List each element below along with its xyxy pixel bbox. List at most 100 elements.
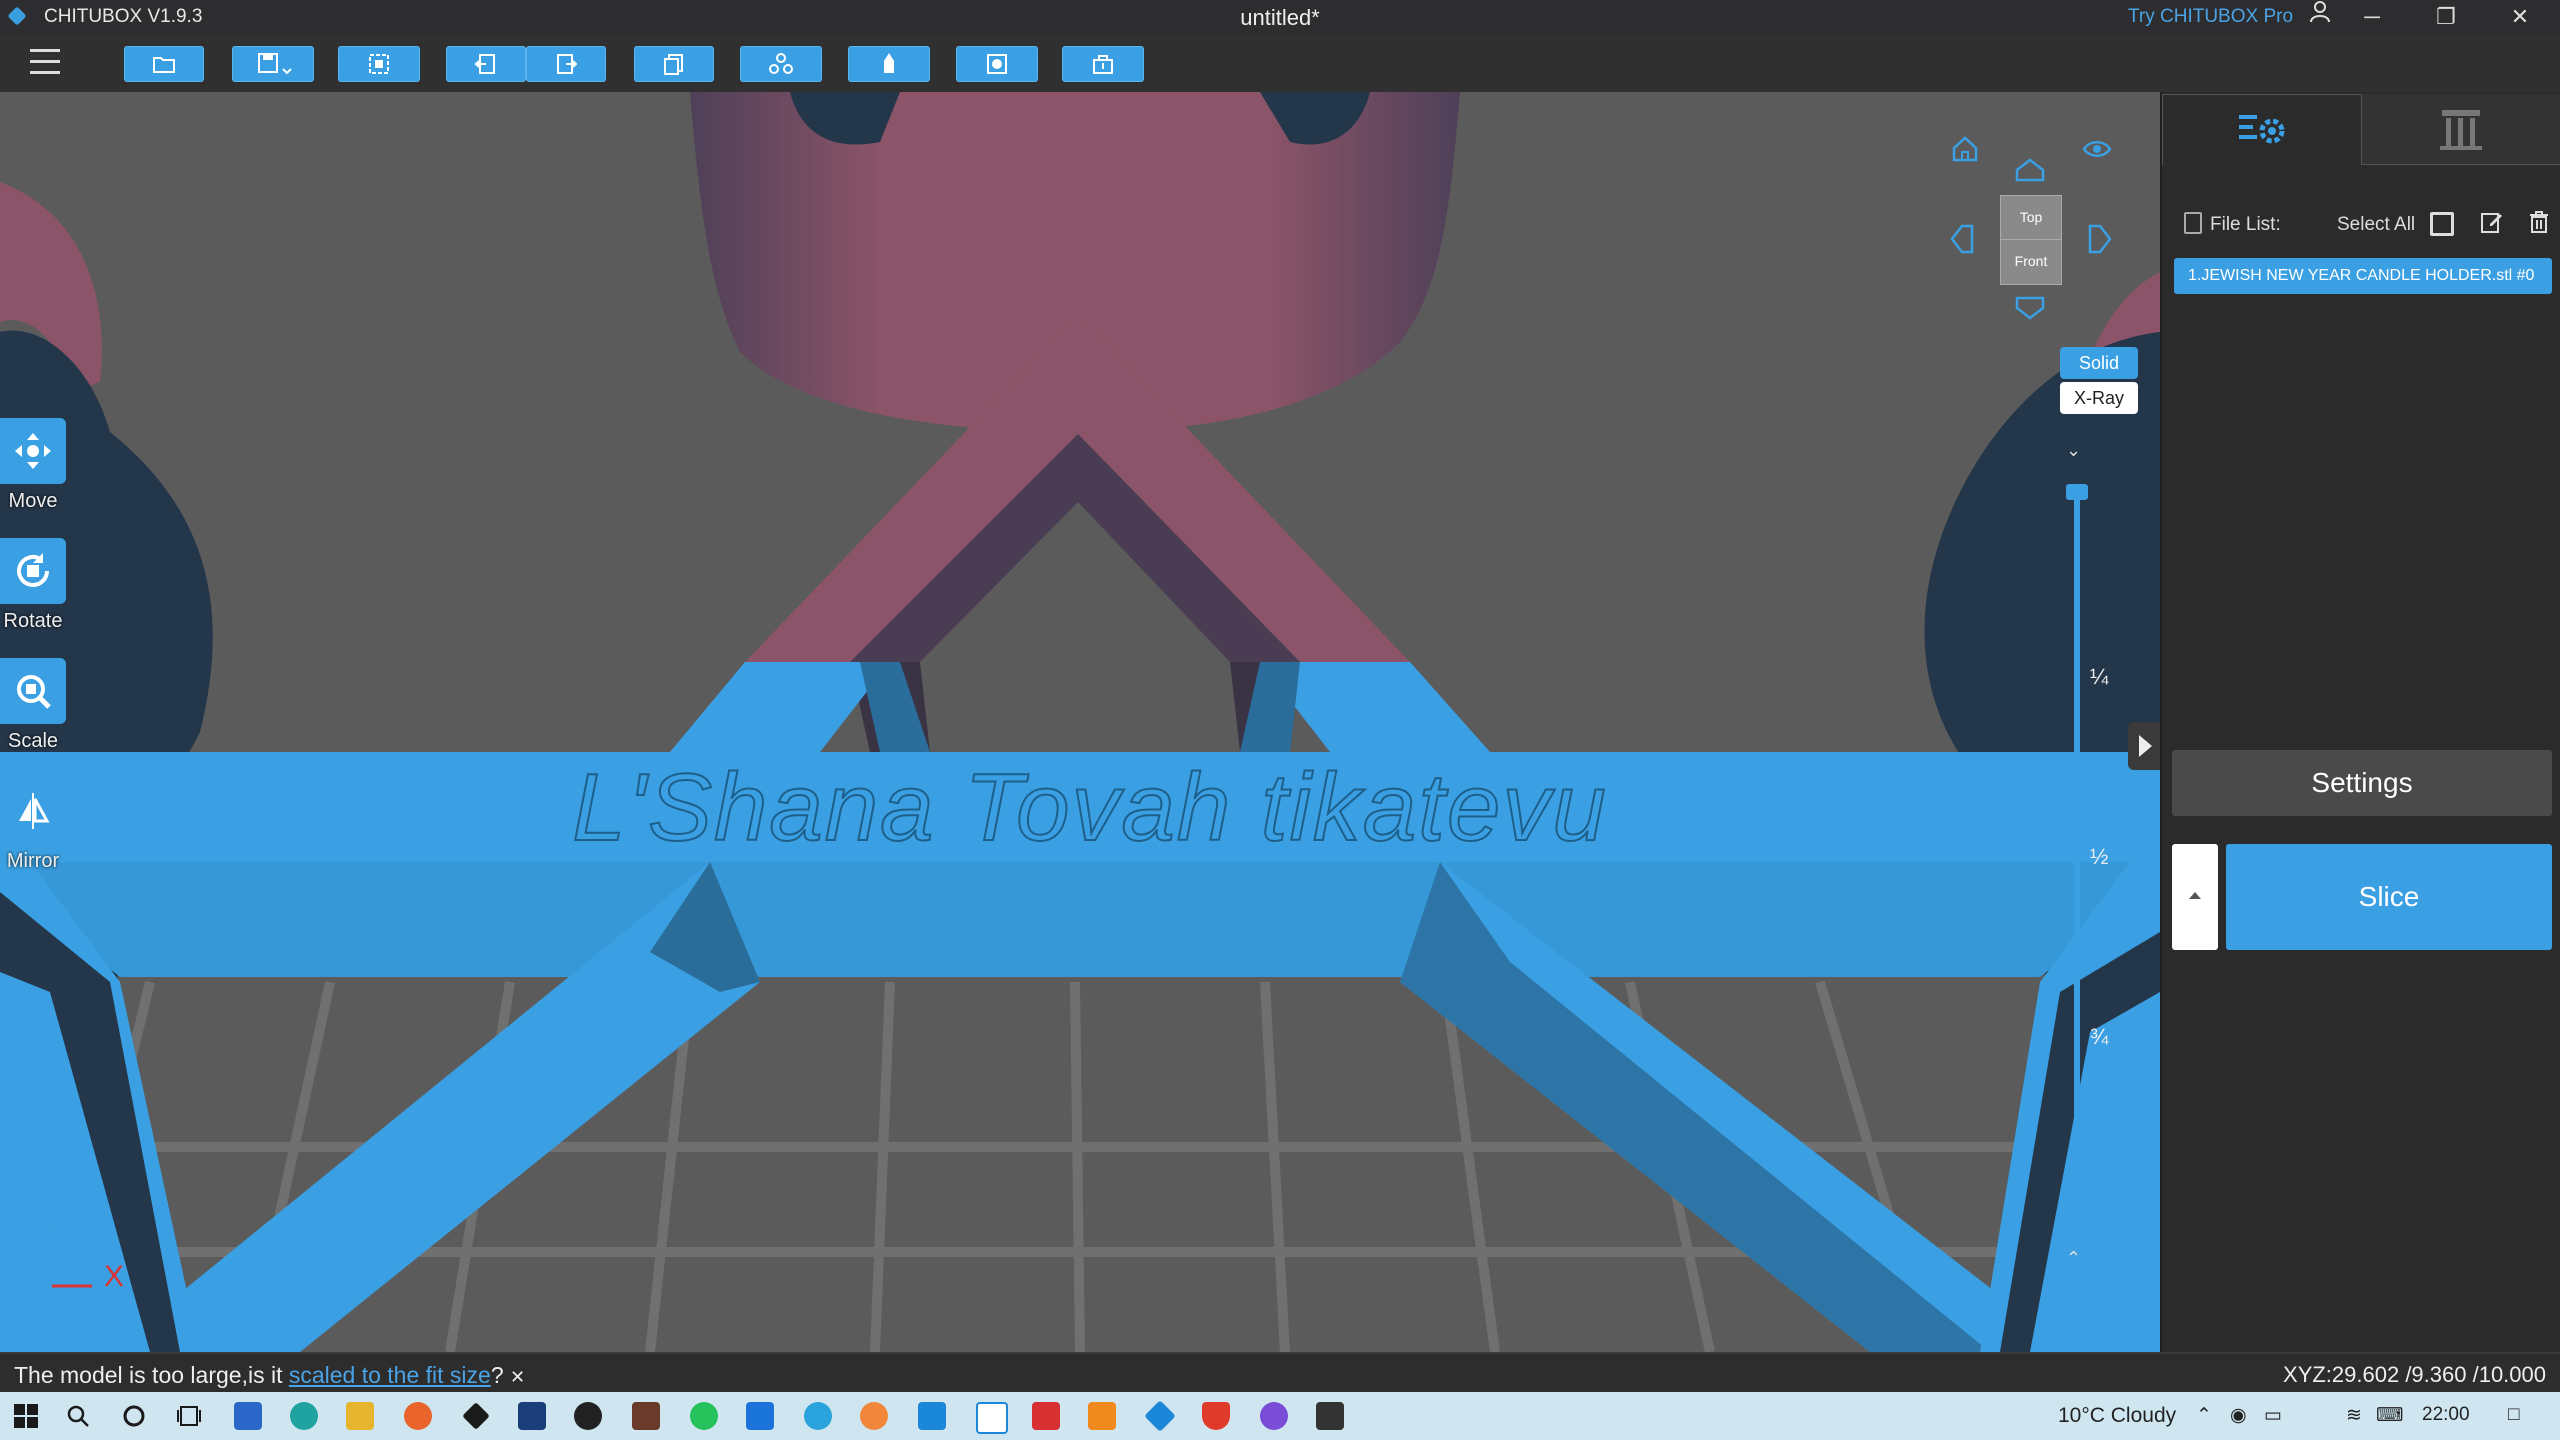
view-cube-front[interactable]: Front (2001, 239, 2061, 283)
rotate-right-icon[interactable] (2088, 224, 2112, 254)
cortana-icon[interactable] (122, 1404, 146, 1428)
solid-mode-button[interactable]: Solid (2060, 347, 2138, 379)
support-icon (884, 53, 894, 73)
chitubox-taskbar-icon[interactable] (1144, 1400, 1176, 1432)
layer-slider-bottom-handle[interactable] (2066, 1214, 2088, 1230)
move-icon (15, 433, 51, 469)
notifications-icon[interactable]: □ (2508, 1404, 2519, 1426)
layer-slider-top-handle[interactable] (2066, 484, 2088, 500)
undo-icon (474, 54, 495, 74)
close-button[interactable]: ✕ (2490, 0, 2550, 34)
os-taskbar: 10°C Cloudy ⌃ ◉ ▭ ≋ ⌨ 22:00 □ (0, 1392, 2560, 1440)
layer-down-chevron-icon[interactable]: ⌃ (2066, 1248, 2081, 1269)
rotate-up-icon[interactable] (2015, 158, 2045, 182)
visibility-eye-icon[interactable] (2082, 138, 2112, 160)
windows-start-icon[interactable] (14, 1404, 38, 1428)
redo-button[interactable] (526, 46, 606, 82)
firefox-icon[interactable] (404, 1402, 432, 1430)
app-icon-8[interactable] (1088, 1402, 1116, 1430)
3d-viewport[interactable]: L'Shana Tovah tikatevu Z X (0, 92, 2160, 1352)
viber-icon[interactable] (1260, 1402, 1288, 1430)
mirror-icon (19, 793, 50, 829)
rotate-tool[interactable]: Rotate (0, 538, 66, 633)
tab-printer-platform[interactable] (2362, 94, 2560, 165)
menu-icon[interactable] (30, 49, 60, 75)
save-button[interactable] (232, 46, 314, 82)
xray-mode-button[interactable]: X-Ray (2060, 382, 2138, 414)
hollow-button[interactable] (956, 46, 1038, 82)
store-icon[interactable] (234, 1402, 262, 1430)
move-tool[interactable]: Move (0, 418, 66, 513)
app-icon-9[interactable] (1316, 1402, 1344, 1430)
app-icon-7[interactable] (976, 1402, 1008, 1434)
layer-up-chevron-icon[interactable]: ⌄ (2066, 440, 2081, 461)
view-cube-top[interactable]: Top (2001, 196, 2061, 239)
minimize-button[interactable]: ─ (2342, 0, 2402, 34)
title-bar: CHITUBOX V1.9.3 untitled* Try CHITUBOX P… (0, 0, 2560, 34)
open-file-button[interactable] (124, 46, 204, 82)
scale-icon (17, 675, 51, 709)
brave-icon[interactable] (1202, 1402, 1230, 1430)
scene-canvas[interactable]: L'Shana Tovah tikatevu Z X (0, 92, 2160, 1352)
select-all-button[interactable] (338, 46, 420, 82)
settings-list-icon (2239, 115, 2285, 144)
support-button[interactable] (848, 46, 930, 82)
user-icon[interactable] (2290, 0, 2350, 34)
app-icon-4[interactable] (746, 1402, 774, 1430)
save-icon (258, 53, 292, 75)
task-view-icon[interactable] (176, 1404, 202, 1428)
cursor-coordinates: XYZ:29.602 /9.360 /10.000 (2283, 1362, 2546, 1387)
scale-label: Scale (7, 730, 59, 752)
whatsapp-icon[interactable] (690, 1402, 718, 1430)
rotate-label: Rotate (3, 610, 63, 632)
app-icon-6[interactable] (918, 1402, 946, 1430)
tab-print-settings[interactable] (2162, 94, 2362, 165)
export-button[interactable] (1062, 46, 1144, 82)
slice-button[interactable]: Slice (2226, 844, 2552, 950)
delete-icon[interactable] (2528, 210, 2550, 234)
settings-button[interactable]: Settings (2172, 750, 2552, 816)
app-icon-2[interactable] (574, 1402, 602, 1430)
mirror-label: Mirror (6, 850, 60, 872)
file-explorer-icon[interactable] (346, 1402, 374, 1430)
app-icon-1[interactable] (518, 1402, 546, 1430)
select-all-label: Select All (2337, 214, 2416, 235)
rotate-icon (17, 553, 49, 587)
maximize-button[interactable]: ❐ (2416, 0, 2476, 34)
wifi-icon[interactable]: ≋ (2346, 1404, 2362, 1427)
scale-to-fit-link[interactable]: scaled to the fit size (289, 1362, 491, 1388)
view-cube[interactable]: Top Front (2000, 195, 2062, 285)
layer-slider-track[interactable] (2074, 490, 2080, 1225)
mirror-tool[interactable]: Mirror (0, 778, 66, 873)
telegram-icon[interactable] (804, 1402, 832, 1430)
edit-icon[interactable] (2480, 210, 2504, 234)
select-all-checkbox[interactable] (2430, 212, 2454, 236)
dropbox-icon[interactable] (462, 1402, 490, 1430)
scale-tool[interactable]: Scale (0, 658, 66, 753)
clock[interactable]: 22:00 (2422, 1404, 2470, 1426)
home-view-icon[interactable] (1950, 134, 1980, 164)
app-icon-5[interactable] (860, 1402, 888, 1430)
copy-button[interactable] (634, 46, 714, 82)
tray-record-icon[interactable]: ◉ (2230, 1404, 2247, 1427)
export-icon (1093, 55, 1113, 74)
dismiss-message-icon[interactable]: ✕ (510, 1367, 525, 1387)
open-file-icon (153, 57, 175, 73)
undo-button[interactable] (446, 46, 526, 82)
edge-browser-icon[interactable] (290, 1402, 318, 1430)
try-pro-link[interactable]: Try CHITUBOX Pro (2128, 6, 2293, 28)
rotate-left-icon[interactable] (1950, 224, 1974, 254)
slice-options-toggle[interactable] (2172, 844, 2218, 950)
keyboard-icon[interactable]: ⌨ (2376, 1404, 2403, 1427)
arrange-button[interactable] (740, 46, 822, 82)
weather-widget[interactable]: 10°C Cloudy (2058, 1404, 2176, 1428)
tray-chevron-icon[interactable]: ⌃ (2196, 1404, 2212, 1427)
collapse-panel-button[interactable] (2128, 722, 2160, 770)
battery-icon[interactable]: ▭ (2264, 1404, 2282, 1427)
app-icon-3[interactable] (632, 1402, 660, 1430)
file-list-item[interactable]: 1.JEWISH NEW YEAR CANDLE HOLDER.stl #0 (2174, 258, 2552, 294)
rotate-down-icon[interactable] (2015, 296, 2045, 320)
pdf-reader-icon[interactable] (1032, 1402, 1060, 1430)
file-list-label: File List: (2210, 214, 2281, 235)
search-icon[interactable] (66, 1404, 90, 1428)
